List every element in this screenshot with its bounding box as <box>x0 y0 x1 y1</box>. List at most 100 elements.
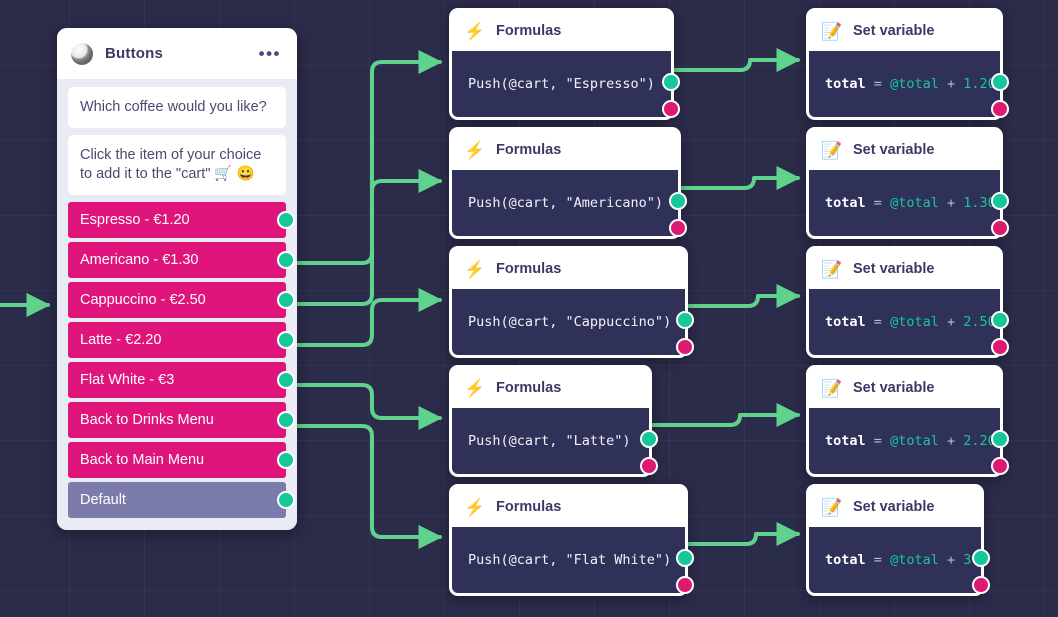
node-header: 📝 Set variable <box>809 368 1000 408</box>
output-port-pink[interactable] <box>991 219 1009 237</box>
edge-flatwhite-formula <box>289 424 443 549</box>
output-port-green[interactable] <box>277 331 295 350</box>
edge-formula5-setvar5 <box>686 522 801 546</box>
edge-formula4-setvar4 <box>650 403 801 427</box>
formulas-node-americano[interactable]: ⚡ Formulas Push(@cart, "Americano") <box>449 127 687 239</box>
button-back-to-main-menu[interactable]: Back to Main Menu <box>68 442 295 479</box>
set-variable-node-1[interactable]: 📝 Set variable total = @total + 1.20 <box>806 8 1009 120</box>
edge-americano-formula <box>289 169 443 306</box>
output-port-green[interactable] <box>277 491 295 510</box>
formula-code: Push(@cart, "Americano") <box>468 195 664 211</box>
output-port-green[interactable] <box>991 430 1009 448</box>
assign-operator: = <box>873 552 882 568</box>
lightning-icon: ⚡ <box>464 259 486 279</box>
output-port-pink[interactable] <box>991 100 1009 118</box>
output-port-pink[interactable] <box>662 100 680 118</box>
output-port-green[interactable] <box>277 291 295 310</box>
set-variable-node-5[interactable]: 📝 Set variable total = @total + 3 <box>806 484 990 596</box>
output-port-pink[interactable] <box>991 457 1009 475</box>
output-port-pink[interactable] <box>640 457 658 475</box>
node-header: 📝 Set variable <box>809 11 1000 51</box>
formula-code: Push(@cart, "Flat White") <box>468 552 672 568</box>
button-label: Default <box>80 492 126 509</box>
output-port-green[interactable] <box>277 451 295 470</box>
edge-espresso-formula <box>289 50 443 265</box>
card-menu-button[interactable]: ••• <box>259 45 281 62</box>
node-body: Push(@cart, "Flat White") <box>452 527 694 594</box>
button-label: Cappuccino - €2.50 <box>80 292 206 309</box>
variable-name: total <box>825 76 866 92</box>
output-port-green[interactable] <box>662 73 680 91</box>
output-port-pink[interactable] <box>676 338 694 356</box>
node-title: Formulas <box>496 499 562 515</box>
lightning-icon: ⚡ <box>464 378 486 398</box>
output-port-green[interactable] <box>972 549 990 567</box>
node-header: 📝 Set variable <box>809 249 1000 289</box>
record-circle-icon <box>71 42 93 65</box>
button-label: Americano - €1.30 <box>80 252 199 269</box>
flow-canvas[interactable]: Buttons ••• Which coffee would you like?… <box>0 0 1058 617</box>
output-port-green[interactable] <box>676 311 694 329</box>
output-port-pink[interactable] <box>991 338 1009 356</box>
output-port-green[interactable] <box>277 371 295 390</box>
plus-operator: + <box>946 314 956 330</box>
output-port-pink[interactable] <box>676 576 694 594</box>
edge-formula2-setvar2 <box>679 166 801 190</box>
node-body: total = @total + 2.50 <box>809 289 1009 356</box>
formulas-node-latte[interactable]: ⚡ Formulas Push(@cart, "Latte") <box>449 365 658 477</box>
button-default[interactable]: Default <box>68 482 295 519</box>
output-port-green[interactable] <box>277 211 295 230</box>
variable-name: total <box>825 314 866 330</box>
button-flat-white[interactable]: Flat White - €3 <box>68 362 295 399</box>
buttons-card-title: Buttons <box>105 45 164 62</box>
output-port-green[interactable] <box>991 192 1009 210</box>
output-port-green[interactable] <box>991 311 1009 329</box>
lightning-icon: ⚡ <box>464 140 486 160</box>
formulas-node-espresso[interactable]: ⚡ Formulas Push(@cart, "Espresso") <box>449 8 680 120</box>
memo-icon: 📝 <box>821 259 843 279</box>
formula-code: Push(@cart, "Espresso") <box>468 76 655 92</box>
node-body: total = @total + 1.20 <box>809 51 1009 118</box>
variable-reference: @total <box>890 433 939 449</box>
node-header: ⚡ Formulas <box>452 487 685 527</box>
set-variable-node-4[interactable]: 📝 Set variable total = @total + 2.20 <box>806 365 1009 477</box>
button-espresso[interactable]: Espresso - €1.20 <box>68 202 295 239</box>
memo-icon: 📝 <box>821 378 843 398</box>
output-port-green[interactable] <box>277 411 295 430</box>
button-back-to-drinks-menu[interactable]: Back to Drinks Menu <box>68 402 295 439</box>
plus-operator: + <box>946 433 956 449</box>
output-port-green[interactable] <box>277 251 295 270</box>
output-port-green[interactable] <box>669 192 687 210</box>
variable-name: total <box>825 195 866 211</box>
memo-icon: 📝 <box>821 21 843 41</box>
assign-operator: = <box>873 76 882 92</box>
variable-name: total <box>825 433 866 449</box>
button-label: Back to Main Menu <box>80 452 205 469</box>
buttons-card-header: Buttons ••• <box>57 28 297 79</box>
output-port-green[interactable] <box>676 549 694 567</box>
node-title: Set variable <box>853 499 935 515</box>
memo-icon: 📝 <box>821 140 843 160</box>
button-latte[interactable]: Latte - €2.20 <box>68 322 295 359</box>
output-port-green[interactable] <box>991 73 1009 91</box>
button-label: Back to Drinks Menu <box>80 412 214 429</box>
output-port-pink[interactable] <box>972 576 990 594</box>
output-port-green[interactable] <box>640 430 658 448</box>
node-header: ⚡ Formulas <box>452 11 671 51</box>
formulas-node-flat-white[interactable]: ⚡ Formulas Push(@cart, "Flat White") <box>449 484 694 596</box>
plus-operator: + <box>946 552 956 568</box>
set-variable-node-3[interactable]: 📝 Set variable total = @total + 2.50 <box>806 246 1009 358</box>
button-label: Espresso - €1.20 <box>80 212 190 229</box>
button-americano[interactable]: Americano - €1.30 <box>68 242 295 279</box>
node-header: 📝 Set variable <box>809 487 981 527</box>
set-variable-node-2[interactable]: 📝 Set variable total = @total + 1.30 <box>806 127 1009 239</box>
node-title: Formulas <box>496 23 562 39</box>
buttons-card[interactable]: Buttons ••• Which coffee would you like?… <box>57 28 297 531</box>
plus-operator: + <box>946 76 956 92</box>
edge-cappuccino-formula <box>289 288 443 347</box>
edge-formula1-setvar1 <box>672 48 801 72</box>
node-body: total = @total + 3 <box>809 527 990 594</box>
formulas-node-cappuccino[interactable]: ⚡ Formulas Push(@cart, "Cappuccino") <box>449 246 694 358</box>
output-port-pink[interactable] <box>669 219 687 237</box>
button-cappuccino[interactable]: Cappuccino - €2.50 <box>68 282 295 319</box>
